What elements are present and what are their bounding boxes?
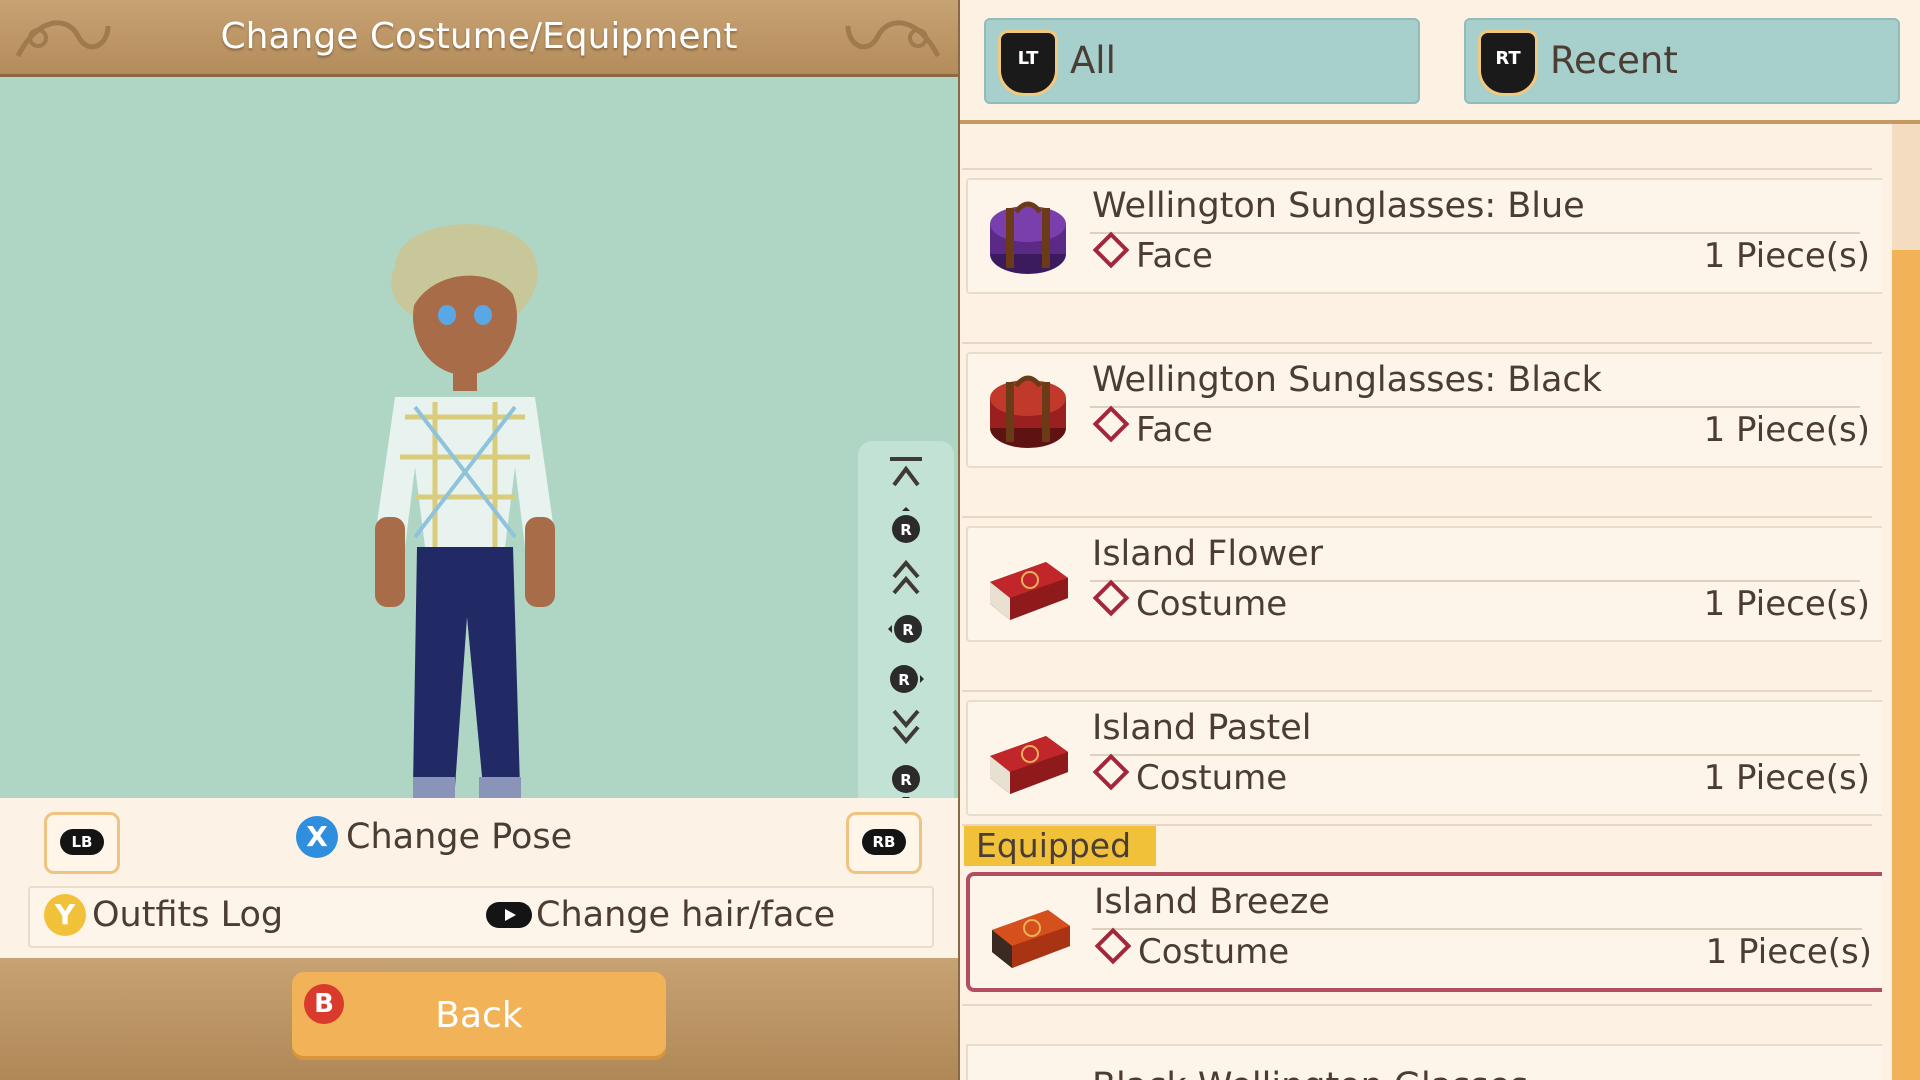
diamond-icon (1092, 579, 1130, 617)
filter-tabs: LT All RT Recent (960, 0, 1920, 124)
rb-label: RB (862, 829, 906, 855)
item-count: 1 Piece(s) (1705, 932, 1872, 972)
page-title: Change Costume/Equipment (220, 16, 738, 57)
diamond-icon (1092, 231, 1130, 269)
footer: B Back (0, 958, 958, 1080)
list-item-partial[interactable]: Black Wellington Glasses (966, 1044, 1882, 1080)
list-item[interactable]: Island Pastel Costume 1 Piece(s) (966, 700, 1882, 816)
list-item[interactable]: Island Flower Costume 1 Piece(s) (966, 526, 1882, 642)
preview-controls: LB X Change Pose RB Y Outfits Log Change h… (0, 798, 958, 958)
character-model[interactable] (355, 217, 595, 857)
item-list: Wellington Sunglasses: Blue Face 1 Piece… (960, 124, 1882, 1080)
svg-text:R: R (900, 771, 912, 789)
name-underline (1092, 928, 1862, 930)
item-name: Wellington Sunglasses: Black (1092, 360, 1602, 400)
outfits-log-label: Outfits Log (92, 895, 284, 935)
tab-recent[interactable]: RT Recent (1464, 18, 1900, 104)
secondary-actions: Y Outfits Log Change hair/face (28, 886, 934, 948)
lb-button[interactable]: LB (44, 812, 120, 874)
red-suitcase-icon (990, 736, 1068, 794)
purple-case-icon (990, 201, 1066, 274)
name-underline (1090, 580, 1860, 582)
name-underline (1090, 232, 1860, 234)
tab-recent-label: Recent (1550, 39, 1678, 82)
item-type: Costume (1094, 927, 1290, 972)
camera-r-right-icon[interactable]: R (880, 659, 932, 699)
item-count: 1 Piece(s) (1703, 410, 1870, 450)
tab-all[interactable]: LT All (984, 18, 1420, 104)
outfit-preview-panel: Change Costume/Equipment R R R R LB X Ch… (0, 0, 958, 1080)
item-type: Costume (1092, 579, 1288, 624)
lt-badge-icon: LT (998, 30, 1058, 96)
orange-suitcase-icon (992, 910, 1070, 968)
item-count: 1 Piece(s) (1703, 758, 1870, 798)
camera-r-up-icon[interactable]: R (880, 507, 932, 547)
item-name: Island Flower (1092, 534, 1324, 574)
diamond-icon (1092, 405, 1130, 443)
item-type-label: Face (1136, 410, 1213, 450)
tab-all-label: All (1070, 39, 1116, 82)
camera-r-down-icon[interactable]: R (880, 761, 932, 801)
row-separator (962, 1004, 1872, 1006)
item-name: Black Wellington Glasses (1092, 1066, 1528, 1080)
item-name: Island Breeze (1094, 882, 1330, 922)
scrollbar-thumb[interactable] (1892, 250, 1920, 1080)
rt-badge-icon: RT (1478, 30, 1538, 96)
diamond-icon (1094, 927, 1132, 965)
camera-r-left-icon[interactable]: R (880, 609, 932, 649)
outfits-log-button[interactable]: Y Outfits Log (44, 894, 283, 936)
svg-text:R: R (900, 521, 912, 539)
camera-zoom-out-icon[interactable] (880, 707, 932, 747)
item-type: Face (1092, 231, 1213, 276)
change-pose-label: Change Pose (346, 817, 573, 857)
change-hair-face-label: Change hair/face (536, 895, 836, 935)
svg-text:R: R (898, 671, 910, 689)
item-type-label: Costume (1136, 584, 1288, 624)
item-count: 1 Piece(s) (1703, 236, 1870, 276)
list-item[interactable]: Wellington Sunglasses: Black Face 1 Piec… (966, 352, 1882, 468)
item-count: 1 Piece(s) (1703, 584, 1870, 624)
item-type: Face (1092, 405, 1213, 450)
item-type-label: Costume (1136, 758, 1288, 798)
name-underline (1090, 406, 1860, 408)
back-label: Back (435, 995, 523, 1036)
item-name: Wellington Sunglasses: Blue (1092, 186, 1585, 226)
item-list-panel: LT All RT Recent Wellington Sunglasses: … (960, 0, 1920, 1080)
lb-label: LB (60, 829, 104, 855)
red-case-icon (990, 375, 1066, 448)
camera-zoom-in-icon[interactable] (880, 555, 932, 595)
red-suitcase-icon (990, 562, 1068, 620)
change-hair-face-button[interactable]: Change hair/face (486, 894, 835, 935)
character-preview[interactable]: R R R R (0, 77, 958, 871)
back-button[interactable]: B Back (292, 972, 666, 1060)
right-stick-icon (486, 902, 532, 928)
equipped-badge: Equipped (964, 826, 1156, 866)
camera-top-icon[interactable] (880, 455, 932, 495)
row-separator (962, 342, 1872, 344)
row-separator (962, 690, 1872, 692)
list-item[interactable]: Wellington Sunglasses: Blue Face 1 Piece… (966, 178, 1882, 294)
change-pose-button[interactable]: X Change Pose (296, 816, 572, 858)
item-name: Island Pastel (1092, 708, 1312, 748)
rb-button[interactable]: RB (846, 812, 922, 874)
name-underline (1090, 754, 1860, 756)
svg-text:R: R (902, 621, 914, 639)
diamond-icon (1092, 753, 1130, 791)
y-button-icon: Y (44, 894, 86, 936)
item-type: Costume (1092, 753, 1288, 798)
item-type-label: Face (1136, 236, 1213, 276)
title-bar: Change Costume/Equipment (0, 0, 958, 77)
row-separator (962, 168, 1872, 170)
row-separator (962, 516, 1872, 518)
item-type-label: Costume (1138, 932, 1290, 972)
x-button-icon: X (296, 816, 338, 858)
list-item-equipped[interactable]: Island Breeze Costume 1 Piece(s) (966, 872, 1882, 992)
